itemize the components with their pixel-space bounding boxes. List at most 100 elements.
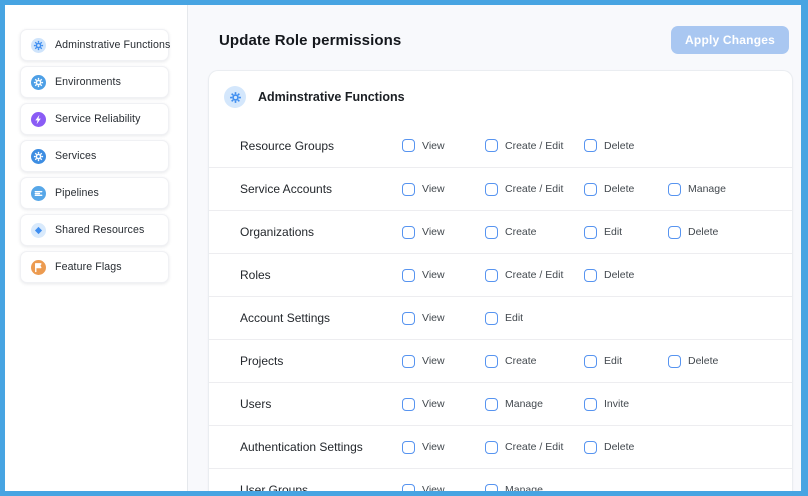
permission-row-roles: Roles View Create / Edit Delete [209, 253, 792, 296]
checkbox-view[interactable] [402, 484, 415, 492]
checkbox-view[interactable] [402, 226, 415, 239]
sidebar-item-services[interactable]: Services [20, 140, 169, 172]
checkbox-view[interactable] [402, 355, 415, 368]
checkbox-label: Delete [688, 226, 718, 238]
permission-row-authentication-settings: Authentication Settings View Create / Ed… [209, 425, 792, 468]
checkbox-label: Create / Edit [505, 183, 563, 195]
permission-option-view: View [402, 398, 485, 411]
checkbox-create[interactable] [485, 355, 498, 368]
permission-option-edit: Edit [584, 355, 668, 368]
checkbox-label: Create / Edit [505, 140, 563, 152]
main-content: Update Role permissions Apply Changes Ad… [188, 5, 801, 491]
checkbox-label: View [422, 398, 445, 410]
apply-changes-button[interactable]: Apply Changes [671, 26, 789, 54]
checkbox-label: View [422, 140, 445, 152]
checkbox-label: Create / Edit [505, 441, 563, 453]
checkbox-delete[interactable] [668, 355, 681, 368]
diamond-icon [31, 223, 46, 238]
permission-option-manage: Manage [485, 484, 584, 492]
sidebar-item-label: Pipelines [55, 187, 99, 199]
sidebar-item-adminstrative-functions[interactable]: Adminstrative Functions [20, 29, 169, 61]
permission-row-label: Roles [240, 268, 402, 282]
permission-row-label: Authentication Settings [240, 440, 402, 454]
checkbox-edit[interactable] [584, 355, 597, 368]
permission-row-label: User Groups [240, 483, 402, 491]
checkbox-manage[interactable] [668, 183, 681, 196]
permission-option-view: View [402, 484, 485, 492]
checkbox-create-edit[interactable] [485, 269, 498, 282]
bolt-icon [31, 112, 46, 127]
checkbox-delete[interactable] [584, 139, 597, 152]
permissions-card-title: Adminstrative Functions [258, 90, 405, 104]
permission-option-view: View [402, 183, 485, 196]
permission-row-service-accounts: Service Accounts View Create / Edit Dele… [209, 167, 792, 210]
checkbox-delete[interactable] [584, 269, 597, 282]
gear-icon [224, 86, 246, 108]
checkbox-view[interactable] [402, 398, 415, 411]
permission-row-label: Service Accounts [240, 182, 402, 196]
permission-option-create-edit: Create / Edit [485, 139, 584, 152]
permission-option-view: View [402, 441, 485, 454]
checkbox-view[interactable] [402, 269, 415, 282]
permission-row-projects: Projects View Create Edit Delete [209, 339, 792, 382]
sidebar-item-shared-resources[interactable]: Shared Resources [20, 214, 169, 246]
checkbox-label: View [422, 441, 445, 453]
sidebar-item-label: Feature Flags [55, 261, 122, 273]
sidebar-item-pipelines[interactable]: Pipelines [20, 177, 169, 209]
checkbox-label: View [422, 183, 445, 195]
page-title: Update Role permissions [219, 32, 401, 49]
permission-row-label: Organizations [240, 225, 402, 239]
checkbox-label: View [422, 269, 445, 281]
permission-option-view: View [402, 355, 485, 368]
permission-row-label: Projects [240, 354, 402, 368]
checkbox-view[interactable] [402, 183, 415, 196]
permission-option-delete: Delete [668, 355, 782, 368]
permission-row-account-settings: Account Settings View Edit [209, 296, 792, 339]
checkbox-label: Create [505, 355, 537, 367]
checkbox-label: Delete [604, 441, 634, 453]
permission-option-create-edit: Create / Edit [485, 269, 584, 282]
permissions-rows: Resource Groups View Create / Edit Delet… [209, 124, 792, 491]
permissions-card-header: Adminstrative Functions [209, 71, 792, 124]
checkbox-label: Manage [505, 398, 543, 410]
sidebar-item-environments[interactable]: Environments [20, 66, 169, 98]
checkbox-create-edit[interactable] [485, 139, 498, 152]
checkbox-create-edit[interactable] [485, 183, 498, 196]
permission-option-create-edit: Create / Edit [485, 441, 584, 454]
checkbox-label: Create [505, 226, 537, 238]
checkbox-create-edit[interactable] [485, 441, 498, 454]
checkbox-create[interactable] [485, 226, 498, 239]
checkbox-label: Create / Edit [505, 269, 563, 281]
permission-option-delete: Delete [584, 441, 668, 454]
checkbox-delete[interactable] [668, 226, 681, 239]
checkbox-label: Edit [604, 355, 622, 367]
checkbox-label: Edit [505, 312, 523, 324]
sidebar-item-label: Environments [55, 76, 121, 88]
permission-option-edit: Edit [485, 312, 584, 325]
permission-row-label: Resource Groups [240, 139, 402, 153]
permission-option-invite: Invite [584, 398, 668, 411]
checkbox-delete[interactable] [584, 441, 597, 454]
permission-row-user-groups: User Groups View Manage [209, 468, 792, 491]
sidebar-item-label: Adminstrative Functions [55, 39, 170, 51]
permission-option-view: View [402, 269, 485, 282]
checkbox-view[interactable] [402, 441, 415, 454]
checkbox-label: Manage [688, 183, 726, 195]
checkbox-view[interactable] [402, 139, 415, 152]
sidebar-item-label: Shared Resources [55, 224, 144, 236]
checkbox-edit[interactable] [485, 312, 498, 325]
checkbox-edit[interactable] [584, 226, 597, 239]
permission-option-manage: Manage [668, 183, 782, 196]
permission-option-create: Create [485, 355, 584, 368]
checkbox-manage[interactable] [485, 484, 498, 492]
checkbox-label: View [422, 484, 445, 491]
sidebar-item-service-reliability[interactable]: Service Reliability [20, 103, 169, 135]
checkbox-manage[interactable] [485, 398, 498, 411]
sidebar-nav: Adminstrative Functions Environments Ser… [5, 5, 188, 491]
checkbox-invite[interactable] [584, 398, 597, 411]
sidebar-item-feature-flags[interactable]: Feature Flags [20, 251, 169, 283]
checkbox-delete[interactable] [584, 183, 597, 196]
gear-icon [31, 75, 46, 90]
main-header: Update Role permissions Apply Changes [188, 5, 801, 54]
checkbox-view[interactable] [402, 312, 415, 325]
